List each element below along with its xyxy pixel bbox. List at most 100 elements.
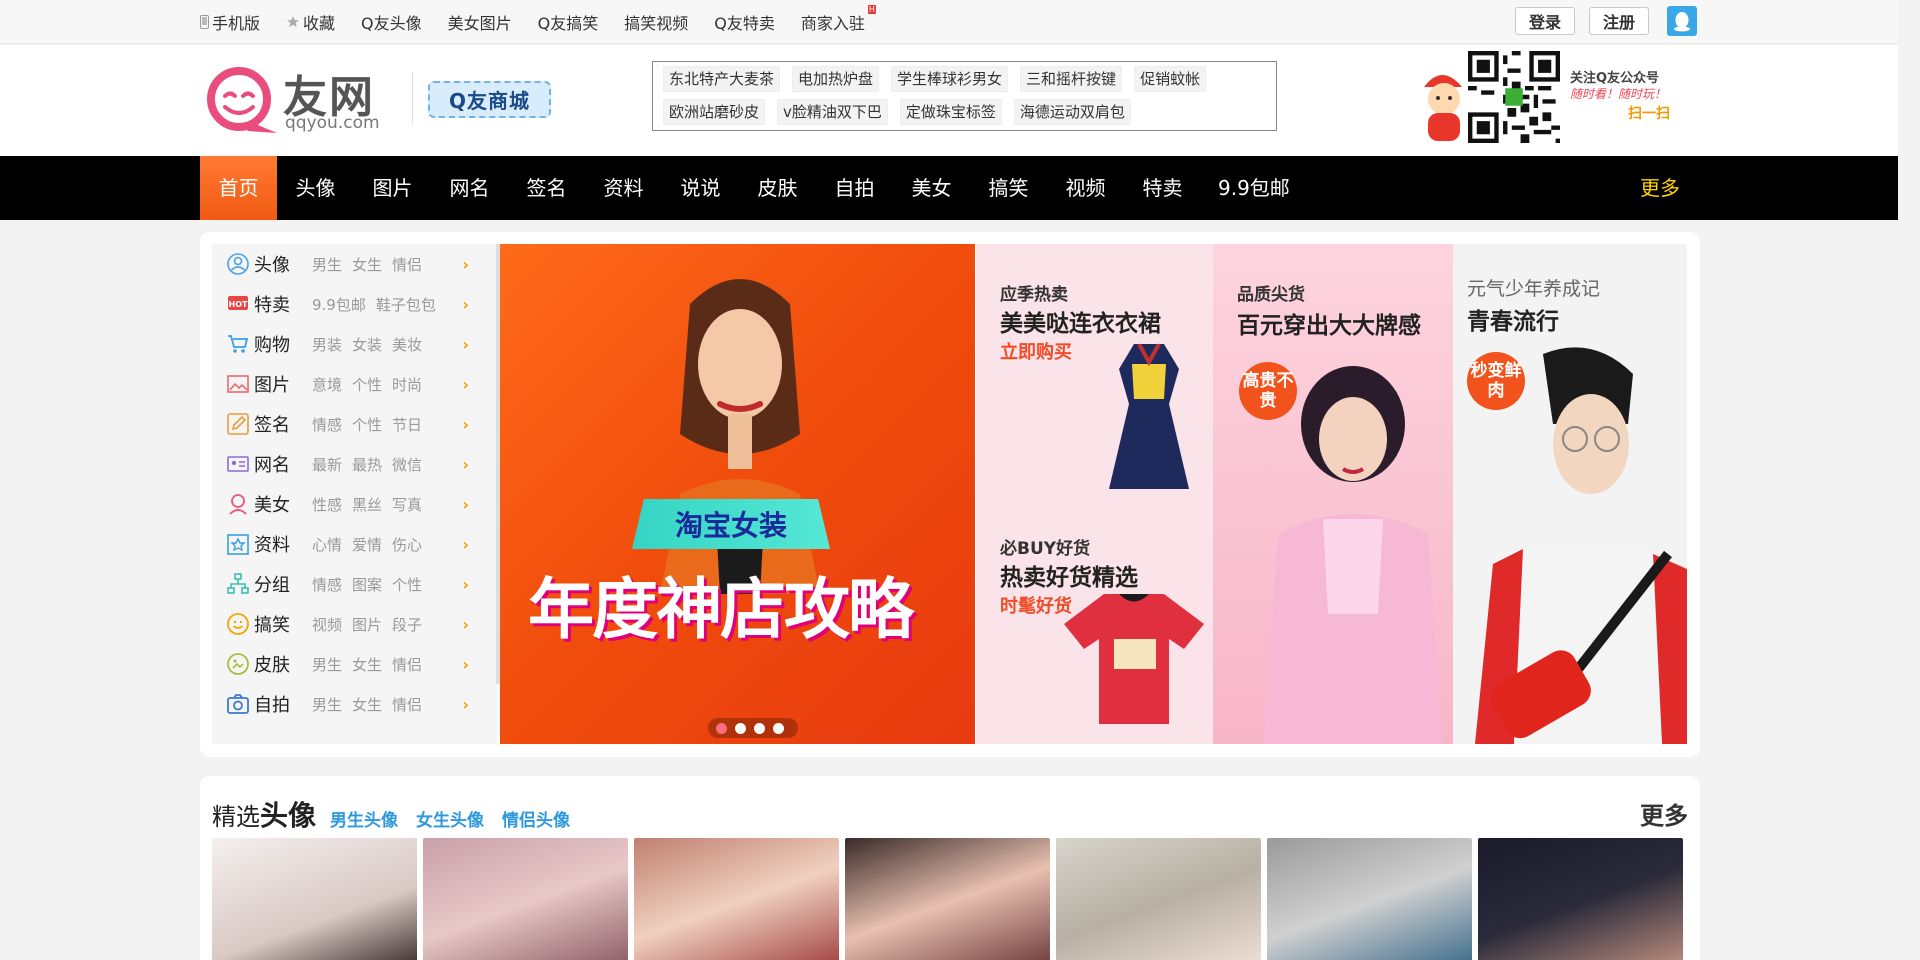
hot-tag[interactable]: 定做珠宝标签	[899, 99, 1002, 125]
nav-item-selfie[interactable]: 自拍	[816, 156, 893, 220]
nav-item-beauty[interactable]: 美女	[893, 156, 970, 220]
category-item[interactable]: 资料 心情 爱情 伤心 ›	[212, 524, 497, 564]
funny-video-link[interactable]: 搞笑视频	[624, 10, 688, 34]
category-sub-link[interactable]: 男装	[312, 334, 342, 355]
hot-tag[interactable]: 电加热炉盘	[792, 66, 880, 92]
login-button[interactable]: 登录	[1515, 7, 1576, 35]
category-sub-link[interactable]: 女装	[352, 334, 382, 355]
promo1-top-link[interactable]: 立即购买	[1000, 338, 1072, 364]
hot-tag[interactable]: 海德运动双肩包	[1013, 99, 1131, 125]
category-sub-link[interactable]: 女生	[352, 654, 382, 675]
category-sub-link[interactable]: 性感	[312, 494, 342, 515]
category-item[interactable]: 皮肤 男生 女生 情侣 ›	[212, 644, 497, 684]
nav-item-free-shipping[interactable]: 9.9包邮	[1201, 156, 1307, 220]
category-sub-link[interactable]: 意境	[312, 374, 342, 395]
tab-male-avatars[interactable]: 男生头像	[330, 806, 398, 831]
category-item[interactable]: 分组 情感 图案 个性 ›	[212, 564, 497, 604]
tab-female-avatars[interactable]: 女生头像	[416, 806, 484, 831]
category-sub-link[interactable]: 微信	[392, 454, 422, 475]
nav-item-sale[interactable]: 特卖	[1124, 156, 1201, 220]
hot-tag[interactable]: 东北特产大麦茶	[663, 66, 781, 92]
category-sub-link[interactable]: 女生	[352, 254, 382, 275]
qq-mall-button[interactable]: Q友商城	[428, 81, 551, 118]
hot-tag[interactable]: v脸精油双下巴	[777, 99, 888, 125]
section-more-link[interactable]: 更多	[1640, 796, 1688, 831]
qq-login-button[interactable]	[1667, 6, 1698, 36]
site-logo[interactable]: 友网 qqyou.com	[205, 63, 385, 135]
promo-youth-trend[interactable]: 元气少年养成记 青春流行 秒变鲜肉	[1453, 244, 1687, 744]
category-sub-link[interactable]: 写真	[392, 494, 422, 515]
category-sub-link[interactable]: 图片	[352, 614, 382, 635]
category-sub-link[interactable]: 情感	[312, 414, 342, 435]
main-banner-carousel[interactable]: 淘宝女装 年度神店攻略	[500, 244, 975, 744]
nav-item-skin[interactable]: 皮肤	[739, 156, 816, 220]
carousel-dot[interactable]	[716, 722, 727, 734]
avatar-thumbnail[interactable]	[1267, 838, 1472, 960]
category-sub-link[interactable]: 段子	[392, 614, 422, 635]
category-sub-link[interactable]: 视频	[312, 614, 342, 635]
register-button[interactable]: 注册	[1589, 7, 1650, 35]
promo1-bottom-link[interactable]: 时髦好货	[1000, 592, 1072, 618]
category-sub-link[interactable]: 最新	[312, 454, 342, 475]
favorite-link[interactable]: 收藏	[286, 10, 335, 34]
nav-item-avatar[interactable]: 头像	[277, 156, 354, 220]
hot-tag[interactable]: 促销蚊帐	[1134, 66, 1207, 92]
category-sub-link[interactable]: 情感	[312, 574, 342, 595]
category-sub-link[interactable]: 情侣	[392, 254, 422, 275]
category-sub-link[interactable]: 图案	[352, 574, 382, 595]
category-item[interactable]: 签名 情感 个性 节日 ›	[212, 404, 497, 444]
category-item[interactable]: 头像 男生 女生 情侣 ›	[212, 244, 497, 284]
mobile-link[interactable]: 手机版	[200, 10, 260, 34]
avatar-thumbnail[interactable]	[1056, 838, 1261, 960]
avatar-thumbnail[interactable]	[212, 838, 417, 960]
hot-tag[interactable]: 三和摇杆按键	[1020, 66, 1123, 92]
carousel-dot[interactable]	[735, 722, 746, 734]
merchant-join-link[interactable]: 商家入驻 H	[801, 5, 876, 34]
category-item[interactable]: 自拍 男生 女生 情侣 ›	[212, 684, 497, 724]
hot-tag[interactable]: 学生棒球衫男女	[891, 66, 1009, 92]
beauty-pics-link[interactable]: 美女图片	[448, 10, 512, 34]
carousel-dot[interactable]	[773, 722, 784, 734]
category-item[interactable]: 美女 性感 黑丝 写真 ›	[212, 484, 497, 524]
category-sub-link[interactable]: 男生	[312, 254, 342, 275]
category-sub-link[interactable]: 男生	[312, 654, 342, 675]
nav-item-nickname[interactable]: 网名	[431, 156, 508, 220]
category-sub-link[interactable]: 鞋子包包	[376, 294, 436, 315]
category-sub-link[interactable]: 9.9包邮	[312, 294, 366, 315]
nav-item-signature[interactable]: 签名	[508, 156, 585, 220]
category-sub-link[interactable]: 男生	[312, 694, 342, 715]
category-sub-link[interactable]: 黑丝	[352, 494, 382, 515]
tab-couple-avatars[interactable]: 情侣头像	[502, 806, 570, 831]
category-sub-link[interactable]: 美妆	[392, 334, 422, 355]
nav-item-video[interactable]: 视频	[1047, 156, 1124, 220]
nav-item-profile[interactable]: 资料	[585, 156, 662, 220]
nav-item-home[interactable]: 首页	[200, 156, 277, 220]
category-sub-link[interactable]: 心情	[312, 534, 342, 555]
nav-item-status[interactable]: 说说	[662, 156, 739, 220]
category-sub-link[interactable]: 个性	[392, 574, 422, 595]
category-sub-link[interactable]: 时尚	[392, 374, 422, 395]
category-sub-link[interactable]: 情侣	[392, 654, 422, 675]
category-item[interactable]: 图片 意境 个性 时尚 ›	[212, 364, 497, 404]
nav-item-pictures[interactable]: 图片	[354, 156, 431, 220]
qq-funny-link[interactable]: Q友搞笑	[538, 10, 599, 34]
avatar-thumbnail[interactable]	[634, 838, 839, 960]
nav-more-link[interactable]: 更多	[1640, 156, 1680, 220]
category-sub-link[interactable]: 伤心	[392, 534, 422, 555]
category-sub-link[interactable]: 情侣	[392, 694, 422, 715]
category-item[interactable]: 网名 最新 最热 微信 ›	[212, 444, 497, 484]
avatar-thumbnail[interactable]	[1478, 838, 1683, 960]
category-sub-link[interactable]: 节日	[392, 414, 422, 435]
category-sub-link[interactable]: 最热	[352, 454, 382, 475]
carousel-dot[interactable]	[754, 722, 765, 734]
nav-item-funny[interactable]: 搞笑	[970, 156, 1047, 220]
category-sub-link[interactable]: 爱情	[352, 534, 382, 555]
qq-avatar-link[interactable]: Q友头像	[361, 10, 422, 34]
avatar-thumbnail[interactable]	[845, 838, 1050, 960]
avatar-thumbnail[interactable]	[423, 838, 628, 960]
promo-quality-goods[interactable]: 品质尖货 百元穿出大大牌感 高贵不贵	[1213, 244, 1453, 744]
qq-sale-link[interactable]: Q友特卖	[714, 10, 775, 34]
category-item[interactable]: HOT 特卖 9.9包邮 鞋子包包 ›	[212, 284, 497, 324]
category-item[interactable]: 购物 男装 女装 美妆 ›	[212, 324, 497, 364]
category-sub-link[interactable]: 女生	[352, 694, 382, 715]
